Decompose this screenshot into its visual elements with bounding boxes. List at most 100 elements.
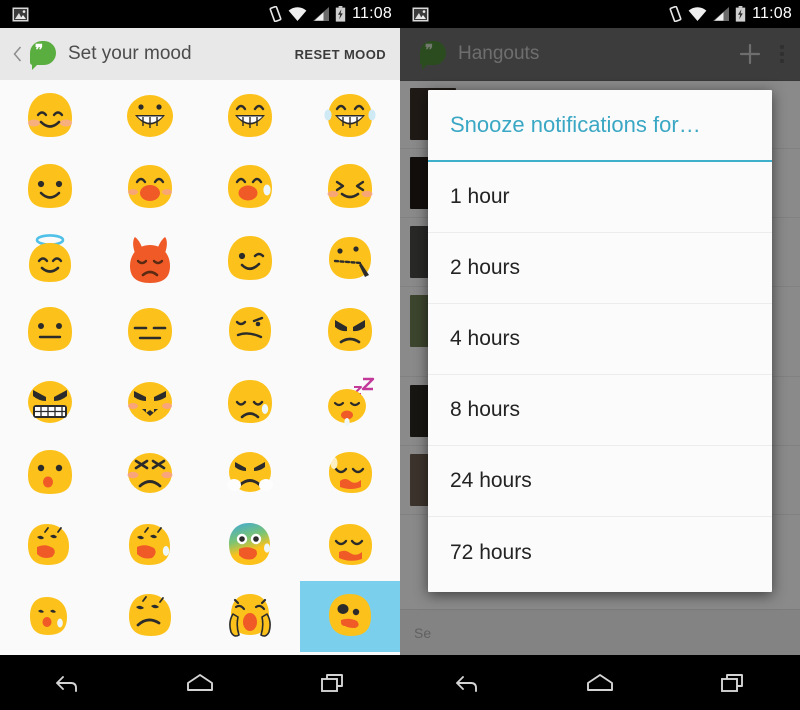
emoji-cell[interactable] xyxy=(100,152,200,224)
blob-crying-loud-icon xyxy=(28,523,69,565)
emoji-cell[interactable] xyxy=(0,581,100,653)
emoji-cell[interactable] xyxy=(300,366,400,438)
blob-zipper-mouth-icon xyxy=(329,236,371,279)
emoji-cell[interactable] xyxy=(200,366,300,438)
emoji-cell[interactable] xyxy=(200,80,300,152)
blob-crying-sweat-icon xyxy=(129,523,170,565)
back-button[interactable] xyxy=(6,46,28,62)
blob-grin-teeth-icon xyxy=(127,94,173,137)
screenshot-root: 11:08 ❞ Set your mood RESET MOOD 11:08 S… xyxy=(0,0,800,710)
status-bar-left: 11:08 xyxy=(0,0,400,28)
emoji-cell[interactable] xyxy=(300,509,400,581)
status-bar-left-icons xyxy=(12,0,29,28)
signal-icon xyxy=(313,6,330,21)
reset-mood-button[interactable]: RESET MOOD xyxy=(295,47,386,62)
left-phone-pane: 11:08 ❞ Set your mood RESET MOOD xyxy=(0,0,400,710)
emoji-cell[interactable] xyxy=(200,223,300,295)
emoji-cell[interactable] xyxy=(300,152,400,224)
emoji-cell[interactable] xyxy=(200,152,300,224)
blob-sleeping-zzz-icon xyxy=(328,377,375,426)
blob-worried-tear-icon xyxy=(30,597,67,636)
hangouts-logo-icon: ❞ xyxy=(30,41,56,70)
emoji-cell[interactable] xyxy=(0,366,100,438)
blob-smile-blush-icon xyxy=(28,92,72,137)
snooze-option-72-hours[interactable]: 72 hours xyxy=(428,517,772,588)
image-icon xyxy=(12,7,29,21)
emoji-cell[interactable] xyxy=(200,581,300,653)
blob-dizzy-drunk-icon xyxy=(329,594,371,637)
blob-angel-halo-icon xyxy=(29,233,71,282)
image-icon xyxy=(412,7,429,21)
nav-bar-right[interactable] xyxy=(400,655,800,710)
recents-nav-icon xyxy=(321,673,344,692)
recents-nav-icon xyxy=(721,673,744,692)
blob-open-mouth-smile-icon xyxy=(128,165,172,209)
blob-fangs-angry-icon xyxy=(128,381,172,422)
signal-icon xyxy=(713,6,730,21)
back-nav-button[interactable] xyxy=(37,663,97,703)
page-title: Set your mood xyxy=(68,43,192,64)
blob-crying-fists-icon xyxy=(227,452,273,493)
back-nav-icon xyxy=(55,675,77,692)
emoji-cell[interactable] xyxy=(0,152,100,224)
emoji-cell[interactable] xyxy=(200,295,300,367)
recents-nav-button[interactable] xyxy=(703,663,763,703)
emoji-cell[interactable] xyxy=(300,438,400,510)
emoji-cell[interactable] xyxy=(200,438,300,510)
emoji-cell[interactable] xyxy=(0,295,100,367)
snooze-option-24-hours[interactable]: 24 hours xyxy=(428,446,772,517)
emoji-cell[interactable] xyxy=(0,509,100,581)
emoji-cell[interactable] xyxy=(100,509,200,581)
dialog-title: Snooze notifications for… xyxy=(428,90,772,162)
right-phone-pane: 11:08 w Tu O bo xyxy=(400,0,800,710)
left-action-bar: ❞ Set your mood RESET MOOD xyxy=(0,28,400,81)
blob-angry-brows-icon xyxy=(328,308,372,352)
emoji-cell[interactable] xyxy=(300,223,400,295)
emoji-cell[interactable] xyxy=(0,80,100,152)
emoji-cell[interactable] xyxy=(200,509,300,581)
home-nav-icon xyxy=(587,673,613,691)
emoji-cell[interactable] xyxy=(0,223,100,295)
back-chevron-icon xyxy=(13,46,21,62)
vibrate-icon xyxy=(669,6,682,22)
blob-grin-tears-icon xyxy=(324,93,376,137)
blob-disappointed-relieved-icon xyxy=(329,523,372,565)
blob-open-mouth-sweat-icon xyxy=(228,165,272,209)
status-bar-right-right-icons: 11:08 xyxy=(669,0,792,28)
home-nav-button[interactable] xyxy=(170,663,230,703)
emoji-cell[interactable] xyxy=(300,80,400,152)
recents-nav-button[interactable] xyxy=(303,663,363,703)
blob-slight-smile-icon xyxy=(28,164,72,209)
nav-bar-left[interactable] xyxy=(0,655,400,710)
emoji-cell-selected[interactable] xyxy=(300,580,400,652)
status-bar-clock: 11:08 xyxy=(352,5,392,22)
emoji-cell[interactable] xyxy=(100,438,200,510)
emoji-cell[interactable] xyxy=(100,366,200,438)
battery-charging-icon xyxy=(735,6,746,22)
emoji-cell[interactable] xyxy=(0,438,100,510)
status-bar-clock: 11:08 xyxy=(752,5,792,22)
snooze-option-8-hours[interactable]: 8 hours xyxy=(428,375,772,446)
emoji-cell[interactable] xyxy=(100,295,200,367)
snooze-option-1-hour[interactable]: 1 hour xyxy=(428,162,772,233)
blob-wink-smile-icon xyxy=(327,164,373,209)
blob-scream-hands-icon xyxy=(229,594,271,638)
blob-expressionless-icon xyxy=(128,308,172,352)
emoji-grid[interactable] xyxy=(0,80,400,655)
snooze-option-4-hours[interactable]: 4 hours xyxy=(428,304,772,375)
blob-grin-squint-icon xyxy=(228,93,272,137)
emoji-cell[interactable] xyxy=(100,223,200,295)
emoji-cell[interactable] xyxy=(100,581,200,653)
snooze-dialog[interactable]: Snooze notifications for… 1 hour 2 hours… xyxy=(428,90,772,592)
blob-fearful-blue-icon xyxy=(229,522,270,565)
status-bar-right-icons: 11:08 xyxy=(269,0,392,28)
wifi-icon xyxy=(288,6,307,21)
status-bar-right-left-icons xyxy=(412,0,429,28)
emoji-cell[interactable] xyxy=(100,80,200,152)
blob-sad-tear-icon xyxy=(228,379,272,423)
battery-charging-icon xyxy=(335,6,346,22)
emoji-cell[interactable] xyxy=(300,295,400,367)
home-nav-button[interactable] xyxy=(570,663,630,703)
back-nav-button[interactable] xyxy=(437,663,497,703)
snooze-option-2-hours[interactable]: 2 hours xyxy=(428,233,772,304)
